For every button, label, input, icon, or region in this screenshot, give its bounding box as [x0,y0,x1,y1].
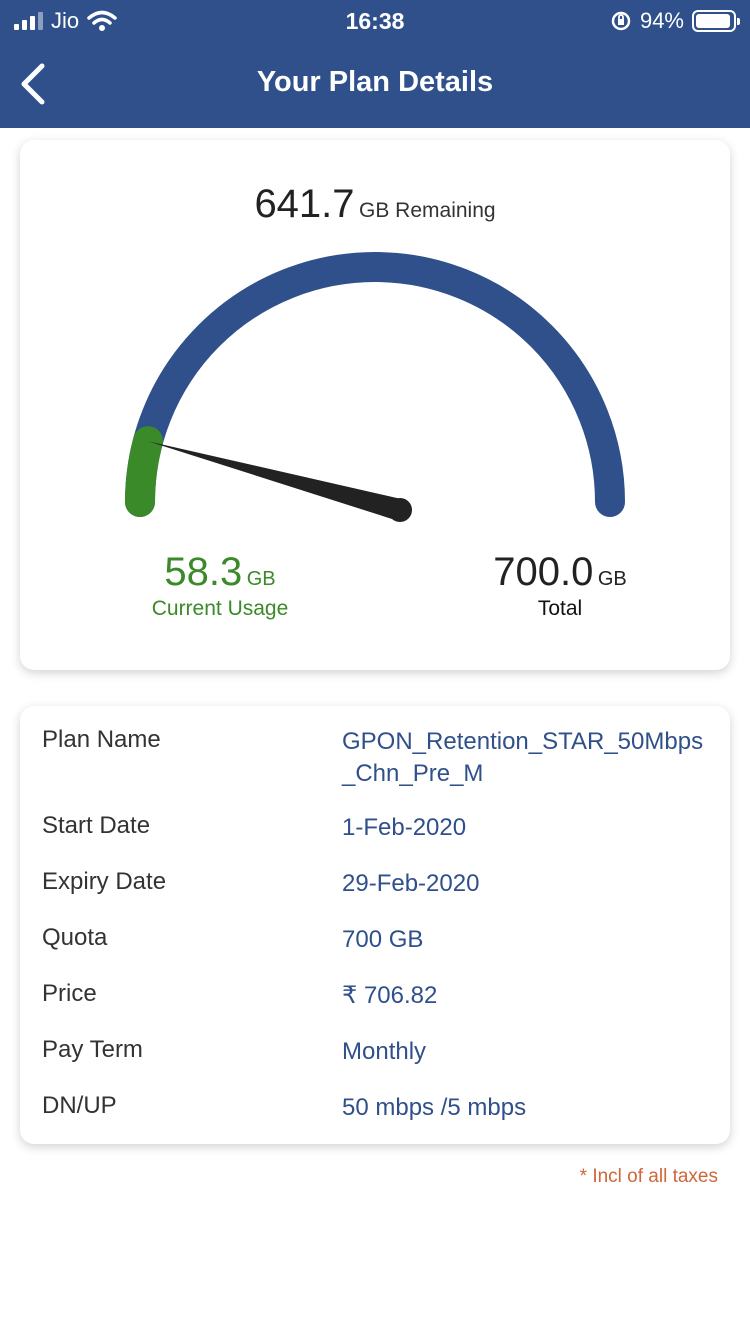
tax-footnote: * Incl of all taxes [579,1166,718,1187]
detail-value: 1-Feb-2020 [342,814,467,841]
detail-label: Price [42,980,97,1007]
total-unit: GB [597,568,627,590]
detail-label: Start Date [42,812,151,839]
plan-details-card: Plan Name GPON_Retention_STAR_50Mbps_Chn… [20,706,730,1144]
total-value: 700.0 [493,550,594,594]
app-header: Jio 16:38 94% Your Plan Details [0,0,750,128]
usage-gauge [125,252,625,522]
usage-label: Current Usage [151,597,289,620]
detail-label: Quota [42,924,108,951]
gauge-needle [148,441,403,521]
detail-label: Plan Name [42,726,161,753]
detail-value: 50 mbps /5 mbps [342,1094,527,1121]
usage-unit: GB [246,568,276,590]
orientation-lock-icon [611,11,631,31]
detail-label: DN/UP [42,1092,117,1119]
detail-value: 29-Feb-2020 [342,870,480,897]
gauge-needle-hub [388,498,412,522]
gauge-track [125,252,625,517]
page-title: Your Plan Details [256,66,494,98]
battery-info: 94% [610,8,740,34]
status-bar: Jio 16:38 94% [0,0,750,40]
detail-label: Pay Term [42,1036,143,1063]
detail-value: ₹ 706.82 [342,982,438,1009]
current-usage: 58.3 GB Current Usage [120,550,320,621]
detail-label: Expiry Date [42,868,167,895]
usage-gauge-card: 641.7 GB Remaining 58.3 GB Current Usage… [20,140,730,670]
detail-value: GPON_Retention_STAR_50Mbps_Chn_Pre_M [342,728,704,787]
detail-value: 700 GB [342,926,424,953]
total-quota: 700.0 GB Total [460,550,660,621]
usage-value: 58.3 [164,550,243,594]
total-label: Total [537,597,583,620]
battery-icon [692,10,740,32]
battery-percent: 94% [639,8,684,33]
gauge-used-arc [125,426,163,517]
detail-value: Monthly [342,1038,427,1065]
detail-row-plan-name: Plan Name GPON_Retention_STAR_50Mbps_Chn… [42,726,712,790]
